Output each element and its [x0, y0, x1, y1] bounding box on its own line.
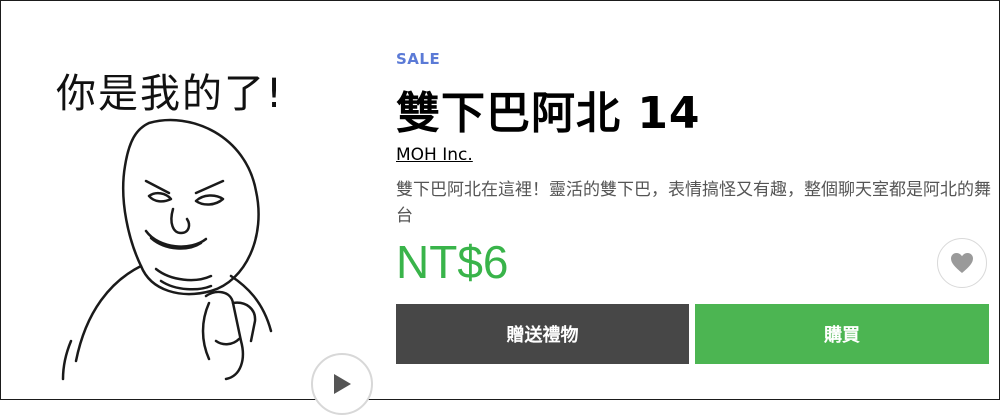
product-description: 雙下巴阿北在這裡！靈活的雙下巴，表情搞怪又有趣，整個聊天室都是阿北的舞台	[396, 180, 991, 226]
product-price: NT$6	[396, 236, 509, 288]
sticker-product-card: 你是我的了! SALE 雙下巴阿北 14 MOH Inc. 雙下巴阿北在這裡！靈…	[0, 0, 1000, 415]
sale-badge: SALE	[396, 50, 441, 68]
play-button[interactable]	[311, 353, 373, 415]
heart-icon	[951, 253, 973, 273]
favorite-button[interactable]	[937, 238, 987, 288]
send-gift-button[interactable]: 贈送禮物	[396, 304, 689, 364]
play-icon	[334, 374, 351, 394]
product-info: SALE 雙下巴阿北 14 MOH Inc. 雙下巴阿北在這裡！靈活的雙下巴，表…	[396, 1, 991, 401]
sticker-caption: 你是我的了!	[56, 71, 285, 117]
buy-button[interactable]: 購買	[695, 304, 989, 364]
product-title: 雙下巴阿北 14	[396, 88, 701, 139]
sticker-preview[interactable]: 你是我的了!	[41, 41, 373, 415]
author-link[interactable]: MOH Inc.	[396, 145, 473, 165]
